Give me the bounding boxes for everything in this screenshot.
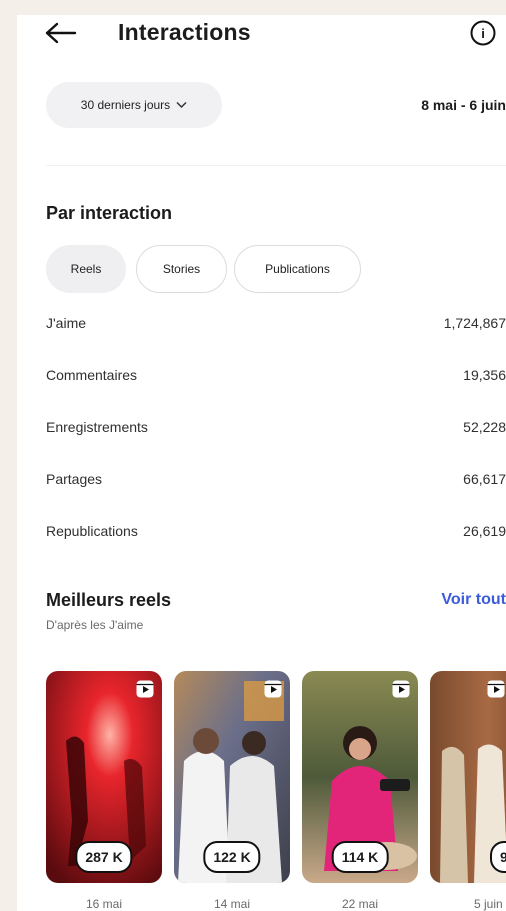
divider bbox=[46, 165, 506, 166]
likes-count-badge: 122 K bbox=[203, 841, 261, 873]
metric-value: 19,356 bbox=[463, 367, 506, 383]
tab-label: Publications bbox=[265, 262, 330, 276]
by-interaction-title: Par interaction bbox=[46, 203, 173, 223]
period-dropdown[interactable]: 30 derniers jours bbox=[46, 82, 222, 128]
reel-date: 22 mai bbox=[341, 897, 379, 911]
date-range: 8 mai - 6 juin bbox=[421, 97, 506, 113]
metric-value: 52,228 bbox=[463, 419, 506, 435]
reel-icon bbox=[392, 680, 410, 698]
reel-date: 5 juin bbox=[474, 897, 503, 911]
metric-label: Commentaires bbox=[46, 367, 138, 383]
metric-label: Partages bbox=[46, 471, 103, 487]
best-reels-title: Meilleurs reels bbox=[46, 590, 172, 610]
metric-row-likes: J'aime 1,724,867 bbox=[46, 315, 506, 337]
metric-row-shares: Partages 66,617 bbox=[46, 471, 506, 493]
tab-reels[interactable]: Reels bbox=[46, 245, 126, 293]
metric-label: Republications bbox=[46, 523, 138, 539]
reel-thumbnail[interactable]: 122 K bbox=[174, 671, 290, 883]
reel-date: 16 mai bbox=[85, 897, 123, 911]
info-circle-icon[interactable]: i bbox=[469, 19, 497, 47]
metric-value: 1,724,867 bbox=[443, 315, 506, 331]
metric-row-reposts: Republications 26,619 bbox=[46, 523, 506, 545]
metric-value: 66,617 bbox=[463, 471, 506, 487]
reel-thumbnail[interactable]: 93 K bbox=[430, 671, 506, 883]
metric-label: Enregistrements bbox=[46, 419, 148, 435]
reel-thumbnail[interactable]: 114 K bbox=[302, 671, 418, 883]
chevron-down-icon bbox=[176, 101, 187, 109]
reel-icon bbox=[487, 680, 505, 698]
metric-value: 26,619 bbox=[463, 523, 506, 539]
best-reels-subtitle: D'après les J'aime bbox=[46, 618, 144, 632]
tab-label: Reels bbox=[70, 262, 102, 276]
reel-date: 14 mai bbox=[213, 897, 251, 911]
svg-text:i: i bbox=[481, 26, 485, 41]
arrow-left-icon[interactable] bbox=[44, 21, 78, 45]
reel-icon bbox=[264, 680, 282, 698]
metric-row-comments: Commentaires 19,356 bbox=[46, 367, 506, 389]
metric-row-saves: Enregistrements 52,228 bbox=[46, 419, 506, 441]
tab-stories[interactable]: Stories bbox=[136, 245, 227, 293]
tab-publications[interactable]: Publications bbox=[234, 245, 361, 293]
interactions-screen: Interactions i 30 derniers jours 8 mai -… bbox=[17, 15, 506, 911]
likes-count-badge: 287 K bbox=[75, 841, 133, 873]
see-all-link[interactable]: Voir tout bbox=[441, 591, 506, 609]
tab-label: Stories bbox=[162, 262, 201, 276]
period-label: 30 derniers jours bbox=[80, 98, 171, 112]
likes-count-badge: 114 K bbox=[331, 841, 389, 873]
header: Interactions i bbox=[17, 15, 506, 53]
reel-icon bbox=[136, 680, 154, 698]
page-title: Interactions bbox=[118, 19, 251, 45]
metric-label: J'aime bbox=[46, 315, 87, 331]
reel-thumbnail[interactable]: 287 K bbox=[46, 671, 162, 883]
